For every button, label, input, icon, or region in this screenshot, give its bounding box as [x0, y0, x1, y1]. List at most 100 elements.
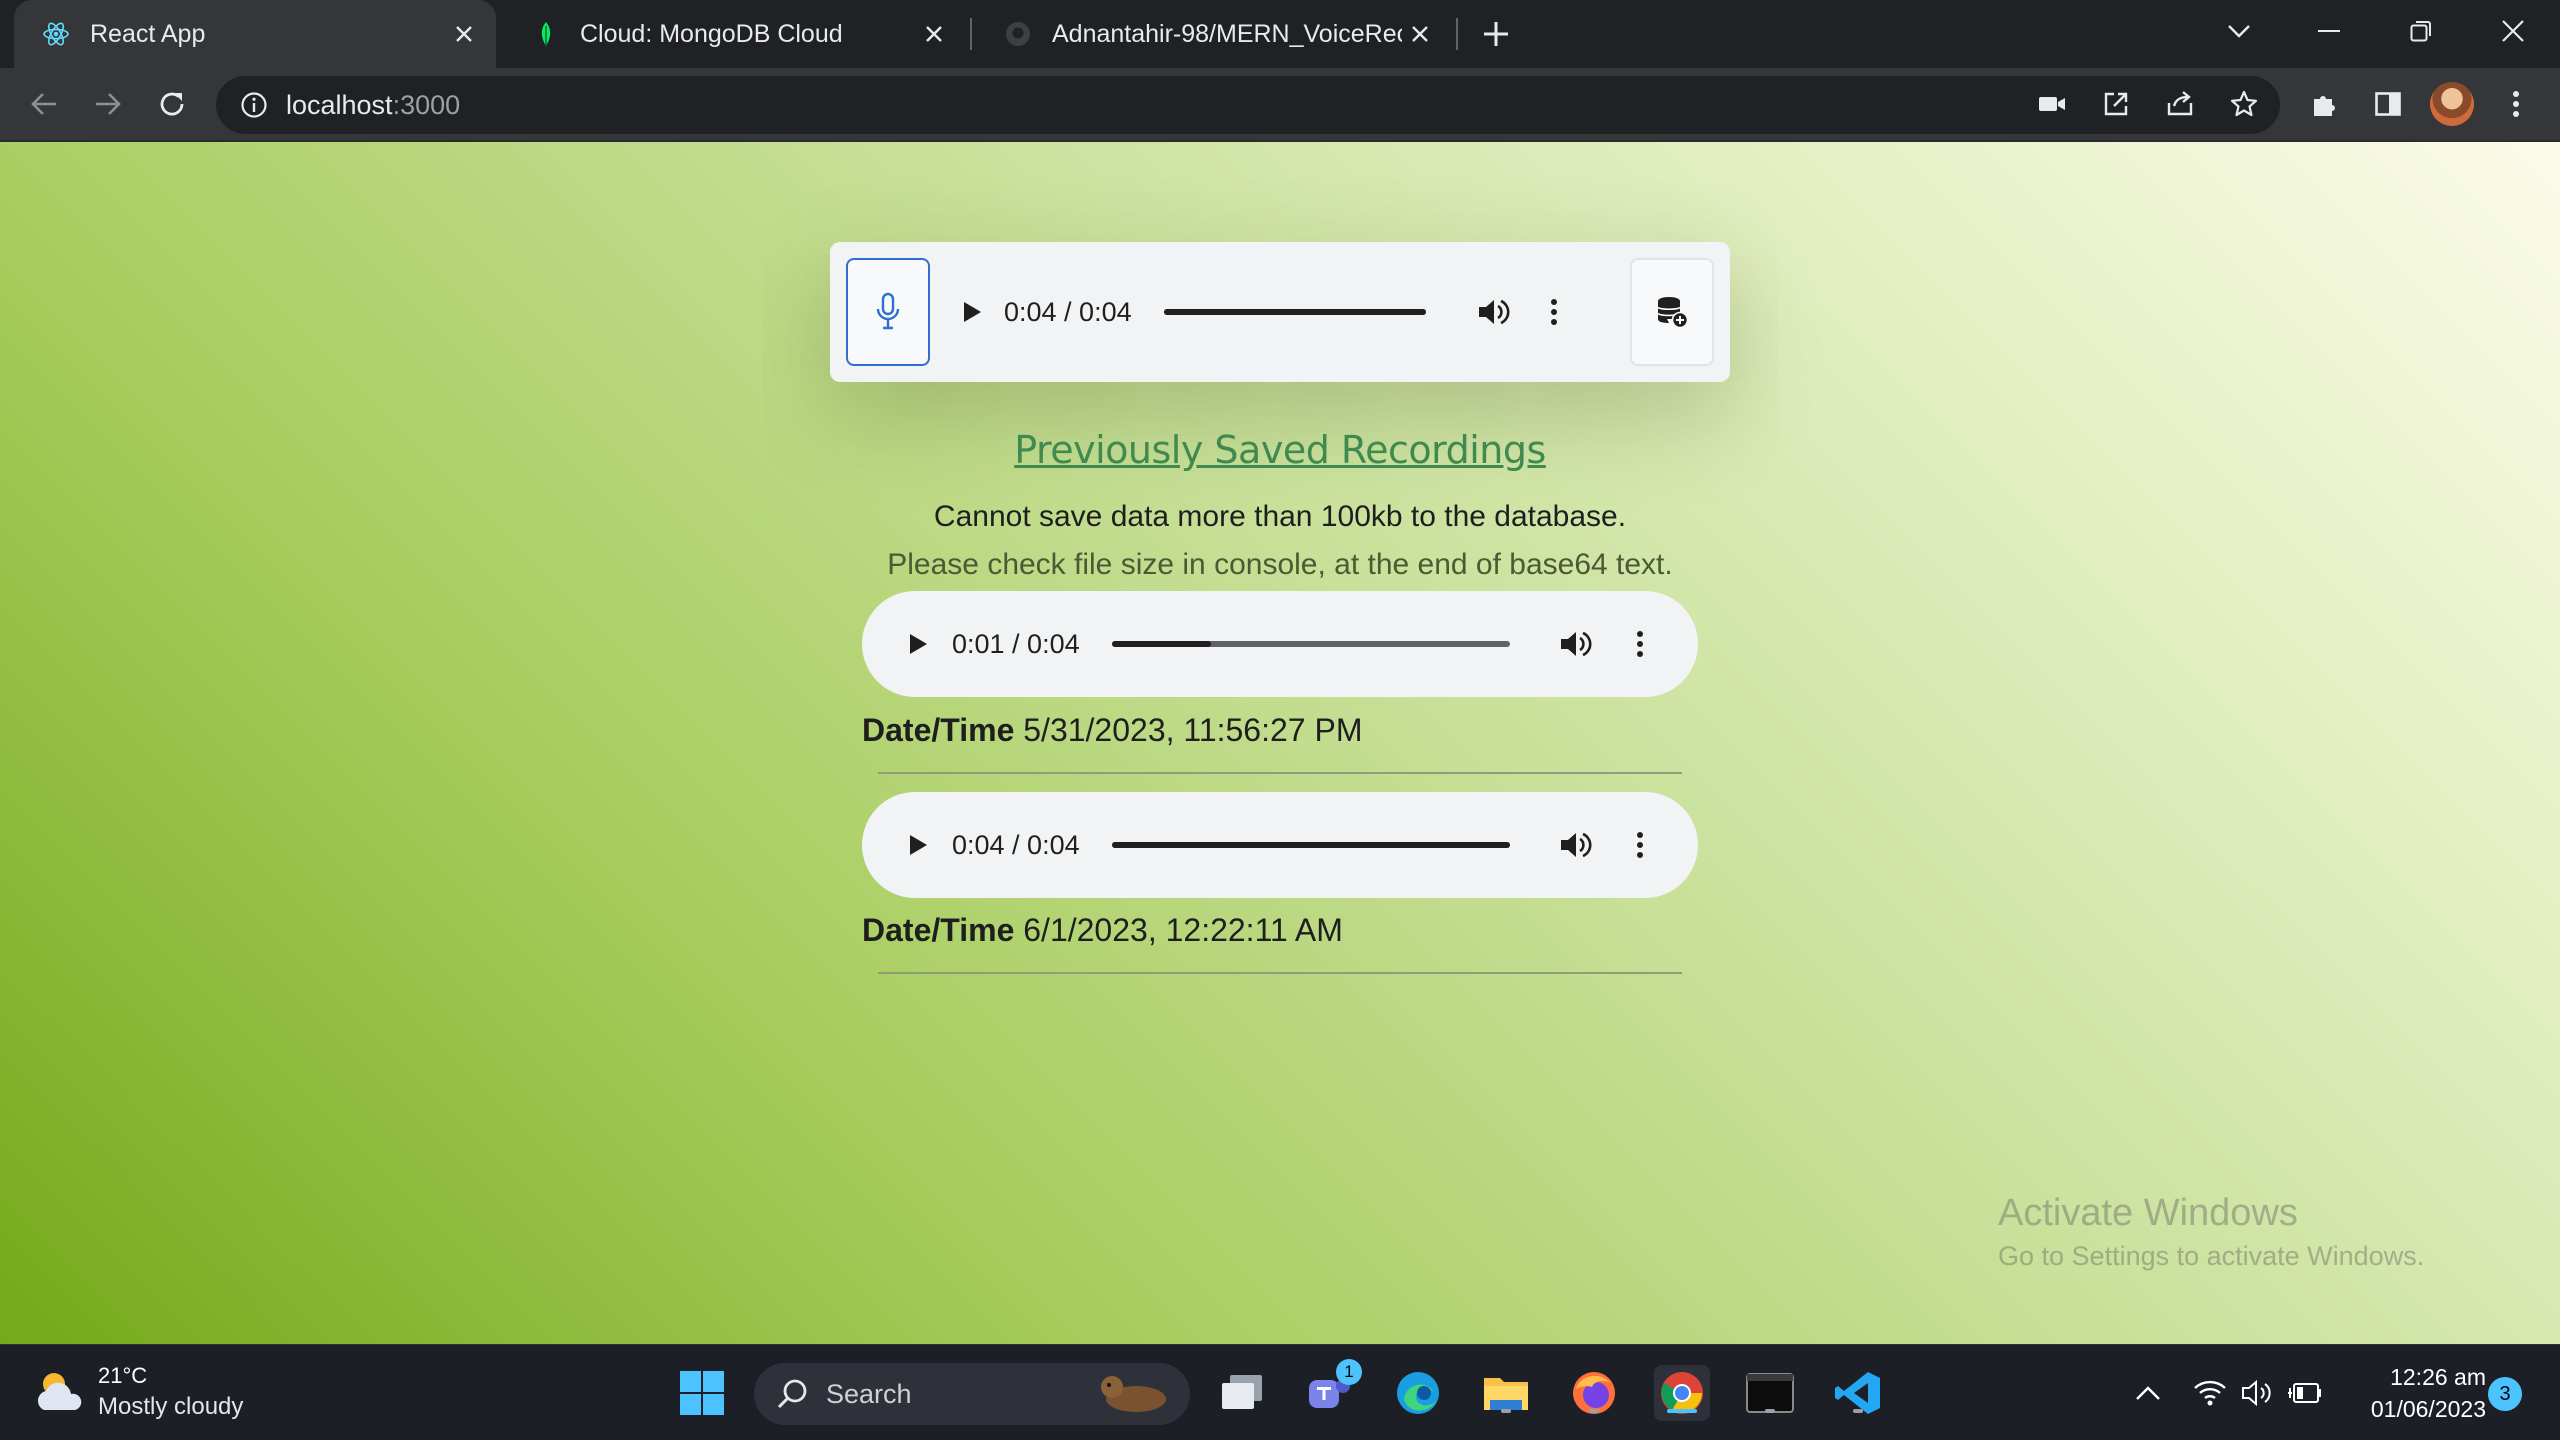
datetime-value: 6/1/2023, 12:22:11 AM	[1023, 912, 1343, 948]
weather-description: Mostly cloudy	[98, 1393, 244, 1420]
new-tab-icon[interactable]	[1476, 14, 1516, 54]
recorder-audio-player[interactable]: 0:04 / 0:04	[950, 276, 1572, 348]
running-indicator	[1501, 1409, 1511, 1413]
audio-options-icon[interactable]	[1622, 622, 1658, 666]
bookmark-star-icon[interactable]	[2222, 82, 2266, 126]
audio-progress-slider[interactable]	[1163, 309, 1426, 315]
search-label: Search	[826, 1378, 912, 1409]
share-icon[interactable]	[2158, 82, 2202, 126]
terminal-icon[interactable]	[1742, 1365, 1798, 1421]
audio-progress-fill	[1163, 309, 1426, 315]
close-tab-icon[interactable]	[1402, 16, 1438, 52]
recording-divider	[878, 772, 1682, 774]
audio-time: 0:04 / 0:04	[952, 829, 1080, 860]
edge-browser-icon[interactable]	[1390, 1365, 1446, 1421]
saved-recording-player[interactable]: 0:04 / 0:04	[862, 792, 1698, 898]
recording-datetime: Date/Time 6/1/2023, 12:22:11 AM	[862, 912, 1343, 949]
voice-recorder-panel: 0:04 / 0:04	[830, 242, 1730, 382]
weather-widget[interactable]: 21°C Mostly cloudy	[32, 1363, 243, 1421]
browser-toolbar: localhost:3000	[0, 68, 2560, 142]
address-bar[interactable]: localhost:3000	[216, 76, 2280, 134]
taskbar-search[interactable]: Search	[754, 1363, 1190, 1425]
browser-menu-icon[interactable]	[2494, 82, 2538, 126]
system-clock[interactable]: 12:26 am 01/06/2023	[2340, 1361, 2486, 1425]
github-icon	[1004, 20, 1032, 48]
saved-recordings-link[interactable]: Previously Saved Recordings	[1014, 428, 1546, 472]
saved-recordings-heading[interactable]: Previously Saved Recordings	[0, 428, 2560, 472]
forward-icon[interactable]	[86, 82, 130, 126]
tab-title: Adnantahir-98/MERN_VoiceRecorder	[1052, 19, 1402, 48]
audio-time: 0:04 / 0:04	[1004, 296, 1132, 327]
active-indicator	[1667, 1409, 1697, 1413]
close-tab-icon[interactable]	[446, 16, 482, 52]
search-icon	[777, 1379, 807, 1409]
clock-date: 01/06/2023	[2370, 1396, 2486, 1422]
camera-in-use-icon[interactable]	[2030, 82, 2074, 126]
audio-options-icon[interactable]	[1536, 290, 1572, 334]
running-indicator	[1589, 1409, 1599, 1413]
vscode-icon[interactable]	[1830, 1365, 1886, 1421]
page-viewport: 0:04 / 0:04 Previously Saved Recordings …	[0, 142, 2560, 1344]
tab-strip: React App Cloud: MongoDB Cloud Adnantahi…	[0, 0, 2560, 68]
audio-time: 0:01 / 0:04	[952, 628, 1080, 659]
restore-icon[interactable]	[2376, 0, 2466, 62]
open-in-app-icon[interactable]	[2094, 82, 2138, 126]
show-hidden-icons-chevron[interactable]	[2120, 1365, 2176, 1421]
clock-time: 12:26 am	[2390, 1364, 2486, 1390]
extensions-puzzle-icon[interactable]	[2302, 82, 2346, 126]
volume-icon[interactable]	[1472, 290, 1516, 334]
audio-progress-slider[interactable]	[1111, 641, 1510, 647]
back-icon[interactable]	[22, 82, 66, 126]
record-button[interactable]	[846, 258, 930, 366]
profile-avatar[interactable]	[2430, 82, 2474, 126]
microphone-icon	[876, 292, 900, 330]
save-to-database-button[interactable]	[1630, 258, 1714, 366]
site-info-icon[interactable]	[238, 89, 270, 121]
notification-count-badge[interactable]: 3	[2488, 1377, 2522, 1411]
close-tab-icon[interactable]	[916, 16, 952, 52]
tab-github-repo[interactable]: Adnantahir-98/MERN_VoiceRecorder	[976, 0, 1452, 68]
watermark-title: Activate Windows	[1998, 1192, 2298, 1234]
audio-options-icon[interactable]	[1622, 823, 1658, 867]
audio-progress-fill	[1111, 641, 1212, 647]
tab-title: Cloud: MongoDB Cloud	[580, 19, 843, 48]
url-text[interactable]: localhost:3000	[286, 90, 460, 121]
recording-datetime: Date/Time 5/31/2023, 11:56:27 PM	[862, 712, 1362, 749]
play-icon[interactable]	[896, 622, 940, 666]
running-indicator	[1765, 1409, 1775, 1413]
chrome-icon[interactable]	[1654, 1365, 1710, 1421]
tab-title: React App	[90, 19, 206, 48]
minimize-icon[interactable]	[2284, 0, 2374, 62]
activate-windows-watermark: Activate Windows Go to Settings to activ…	[1998, 1192, 2424, 1272]
file-explorer-icon[interactable]	[1478, 1365, 1534, 1421]
tab-separator	[970, 18, 972, 50]
teams-chat-icon[interactable]: 1	[1302, 1359, 1362, 1421]
tab-react-app[interactable]: React App	[14, 0, 496, 68]
play-icon[interactable]	[896, 823, 940, 867]
volume-icon[interactable]	[1554, 823, 1598, 867]
battery-charging-icon[interactable]	[2278, 1365, 2334, 1421]
tab-separator	[1456, 18, 1458, 50]
saved-recording-player[interactable]: 0:01 / 0:04	[862, 591, 1698, 697]
teams-badge: 1	[1336, 1359, 1362, 1385]
tab-mongodb-cloud[interactable]: Cloud: MongoDB Cloud	[504, 0, 966, 68]
windows-start-icon[interactable]	[674, 1365, 730, 1421]
react-icon	[42, 20, 70, 48]
datetime-label: Date/Time	[862, 712, 1015, 748]
task-view-icon[interactable]	[1214, 1365, 1270, 1421]
otter-search-highlight-icon	[1101, 1376, 1166, 1412]
firefox-icon[interactable]	[1566, 1365, 1622, 1421]
datetime-label: Date/Time	[862, 912, 1015, 948]
recording-divider	[878, 972, 1682, 974]
reload-icon[interactable]	[150, 82, 194, 126]
window-close-icon[interactable]	[2468, 0, 2558, 62]
running-indicator	[1853, 1409, 1863, 1413]
side-panel-icon[interactable]	[2366, 82, 2410, 126]
play-icon[interactable]	[950, 290, 994, 334]
tab-search-chevron-icon[interactable]	[2194, 0, 2284, 62]
mongodb-leaf-icon	[532, 20, 560, 48]
volume-icon[interactable]	[1554, 622, 1598, 666]
datetime-value: 5/31/2023, 11:56:27 PM	[1023, 712, 1363, 748]
audio-progress-slider[interactable]	[1111, 842, 1510, 848]
console-hint-text: Please check file size in console, at th…	[887, 548, 1673, 581]
